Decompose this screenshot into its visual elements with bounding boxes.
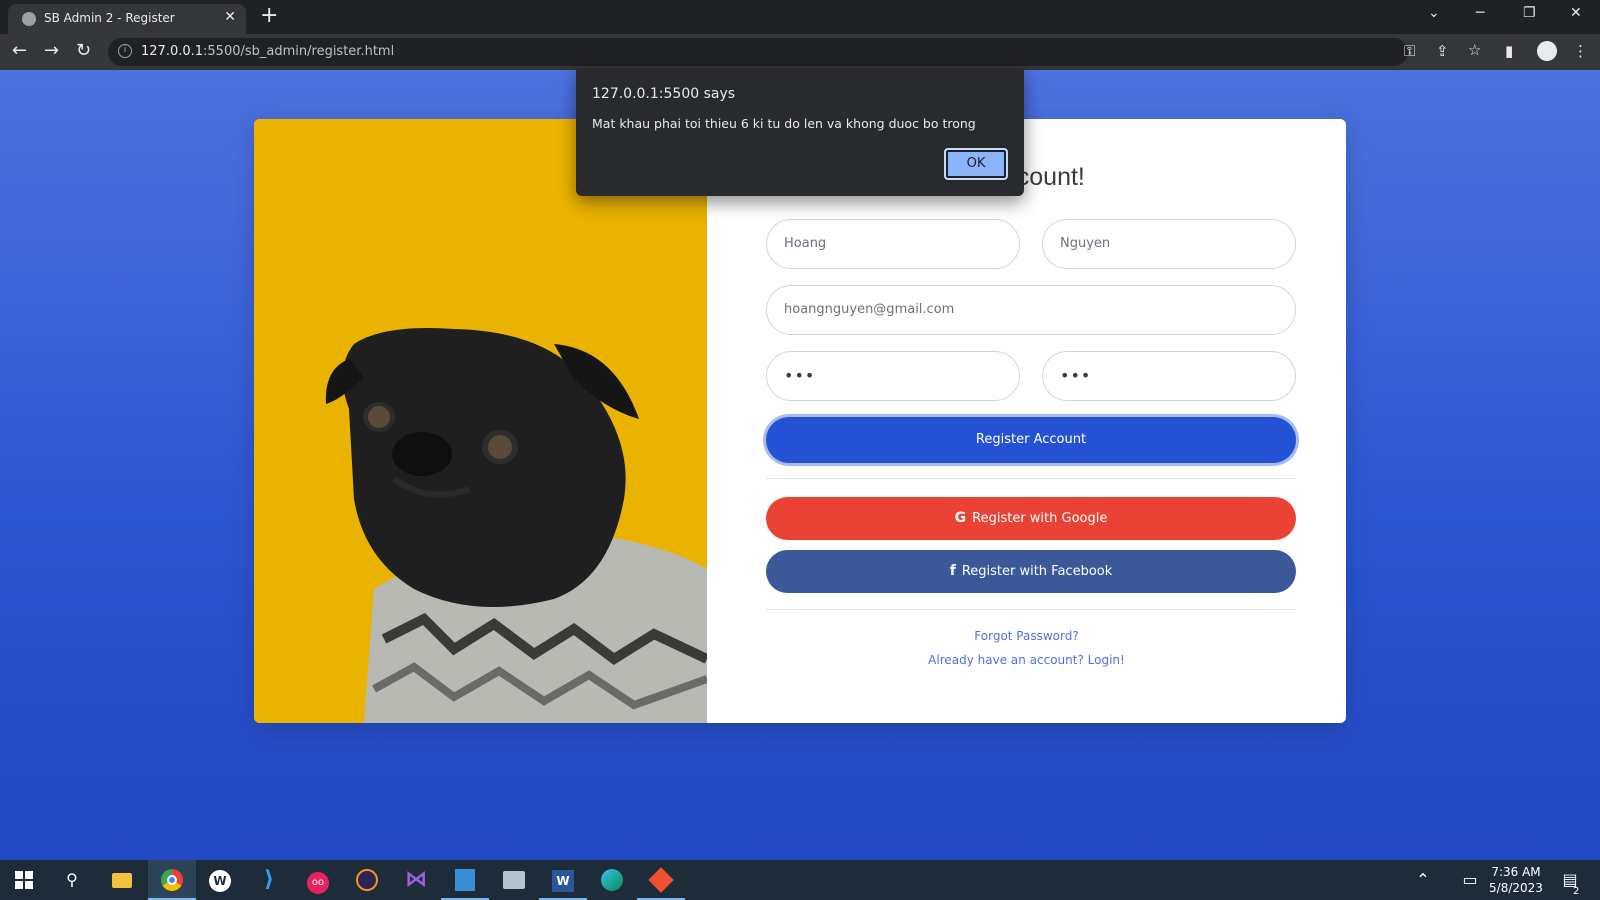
search-icon[interactable]: ⚲	[57, 865, 87, 895]
key-icon[interactable]: ⚿	[1404, 42, 1415, 60]
pug-photo	[254, 119, 707, 723]
alert-title: 127.0.0.1:5500 says	[592, 86, 736, 102]
git-icon[interactable]	[646, 865, 676, 895]
register-facebook-button[interactable]: f Register with Facebook	[766, 550, 1296, 593]
repeat-password-input[interactable]: •••	[1042, 351, 1296, 401]
word-icon[interactable]: W	[548, 865, 578, 895]
forgot-password-link[interactable]: Forgot Password?	[707, 629, 1346, 643]
minimize-button[interactable]: ─	[1476, 5, 1484, 21]
back-icon[interactable]: ←	[12, 40, 27, 62]
eclipse-icon[interactable]	[352, 865, 382, 895]
login-link[interactable]: Already have an account? Login!	[707, 653, 1346, 667]
close-window-button[interactable]: ✕	[1570, 5, 1582, 21]
browser-toolbar: ← → ↻ i 127.0.0.1:5500/sb_admin/register…	[0, 34, 1600, 70]
clock-time: 7:36 AM	[1491, 865, 1541, 879]
vscode-icon[interactable]: ⟩	[254, 865, 284, 895]
globe-icon	[22, 12, 36, 26]
google-icon: G	[954, 510, 967, 526]
new-tab-button[interactable]: +	[260, 3, 278, 29]
tab-title: SB Admin 2 - Register	[44, 11, 175, 25]
register-form: n Account! Hoang Nguyen hoangnguyen@gmai…	[707, 119, 1346, 723]
address-bar[interactable]: i 127.0.0.1:5500/sb_admin/register.html …	[108, 38, 1481, 66]
show-hidden-icons-icon[interactable]: ⌃	[1408, 865, 1438, 895]
email-input[interactable]: hoangnguyen@gmail.com	[766, 285, 1296, 335]
divider	[766, 609, 1296, 610]
visual-studio-icon[interactable]: ⋈	[401, 865, 431, 895]
browser-tab-bar: SB Admin 2 - Register ✕ + ⌄ ─ ❐ ✕	[0, 0, 1600, 34]
app-gray-icon[interactable]	[499, 865, 529, 895]
facebook-icon: f	[949, 563, 956, 579]
reload-icon[interactable]: ↻	[76, 40, 91, 62]
app-blue-icon[interactable]	[450, 865, 480, 895]
file-explorer-icon[interactable]	[107, 865, 137, 895]
taskbar: ⚲ W ⟩ oo ⋈ W ⌃ ▭ 7:36 AM 5/8/2023 ▤ 2	[0, 860, 1600, 900]
notification-icon[interactable]: ▤ 2	[1555, 865, 1585, 897]
alert-ok-button[interactable]: OK	[944, 148, 1008, 180]
register-account-button[interactable]: Register Account	[766, 417, 1296, 463]
clock[interactable]: 7:36 AM 5/8/2023	[1486, 864, 1546, 896]
divider	[766, 478, 1296, 479]
tab-search-icon[interactable]: ⌄	[1428, 5, 1440, 21]
app-oo-icon[interactable]: oo	[303, 865, 333, 895]
profile-icon[interactable]	[1537, 41, 1557, 61]
share-icon[interactable]: ⇪	[1436, 42, 1449, 60]
facebook-button-label: Register with Facebook	[961, 564, 1113, 579]
network-icon[interactable]: ▭	[1455, 865, 1485, 895]
password-input[interactable]: •••	[766, 351, 1020, 401]
app-w-icon[interactable]: W	[205, 865, 235, 895]
alert-message: Mat khau phai toi thieu 6 ki tu do len v…	[592, 116, 976, 131]
notification-count: 2	[1573, 886, 1580, 897]
first-name-input[interactable]: Hoang	[766, 219, 1020, 269]
url-text[interactable]: 127.0.0.1:5500/sb_admin/register.html	[141, 44, 394, 59]
chrome-icon[interactable]	[157, 865, 187, 895]
register-google-button[interactable]: G Register with Google	[766, 497, 1296, 540]
menu-icon[interactable]: ⋮	[1573, 42, 1588, 60]
browser-tab[interactable]: SB Admin 2 - Register ✕	[8, 4, 246, 34]
site-info-icon[interactable]: i	[118, 44, 132, 58]
tab-close-icon[interactable]: ✕	[224, 9, 236, 25]
register-card: n Account! Hoang Nguyen hoangnguyen@gmai…	[254, 119, 1346, 723]
star-icon[interactable]: ☆	[1468, 41, 1481, 59]
google-button-label: Register with Google	[972, 511, 1108, 526]
forward-icon[interactable]: →	[44, 40, 59, 62]
edge-icon[interactable]	[597, 865, 627, 895]
sidebar-icon[interactable]: ▮	[1505, 42, 1513, 60]
alert-dialog: 127.0.0.1:5500 says Mat khau phai toi th…	[576, 68, 1024, 196]
start-icon[interactable]	[9, 865, 39, 895]
last-name-input[interactable]: Nguyen	[1042, 219, 1296, 269]
pug-illustration	[254, 119, 707, 723]
restore-button[interactable]: ❐	[1523, 5, 1536, 21]
clock-date: 5/8/2023	[1489, 881, 1543, 895]
